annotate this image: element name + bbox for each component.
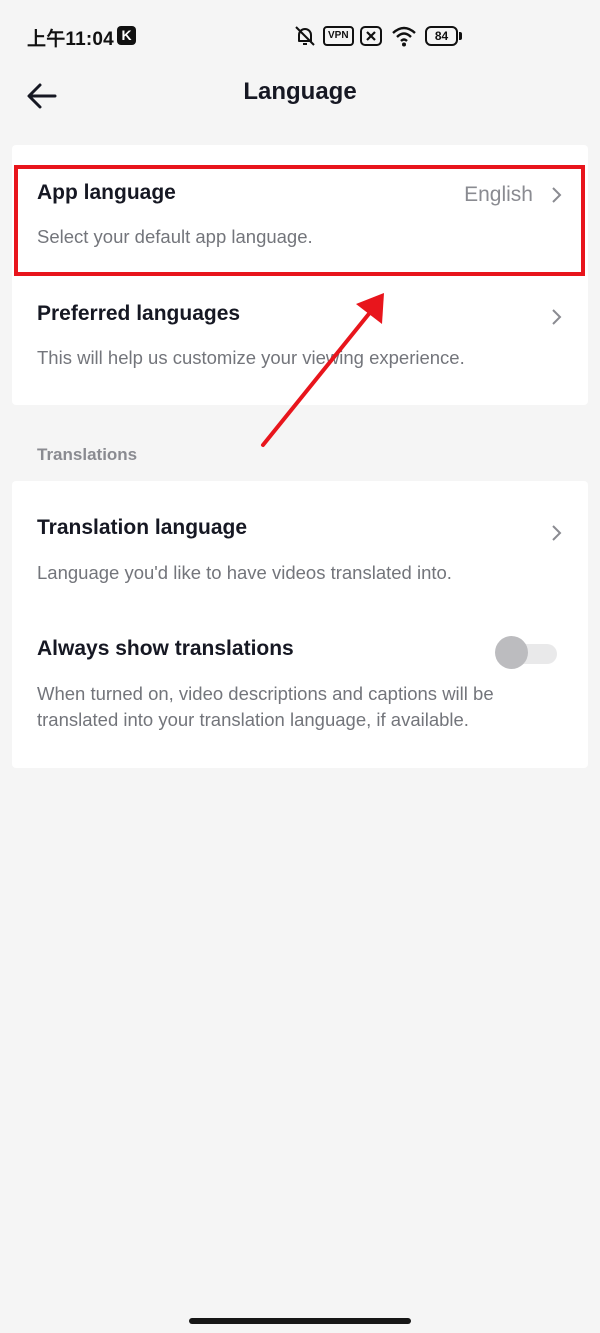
translations-section-label: Translations: [37, 445, 138, 464]
chevron-right-icon: [552, 309, 562, 325]
always-show-translations-subtitle: When turned on, video descriptions and c…: [37, 683, 494, 730]
status-time: 上午11:04: [27, 29, 114, 50]
preferred-languages-subtitle: This will help us customize your viewing…: [37, 347, 465, 368]
battery-tip: [459, 32, 462, 40]
battery-icon: 84: [425, 26, 458, 46]
annotation-highlight-box: [14, 165, 585, 276]
no-sim-icon: [360, 26, 382, 46]
toggle-knob: [495, 636, 528, 669]
vpn-icon: VPN: [323, 26, 354, 46]
chevron-right-icon: [552, 525, 562, 541]
always-show-translations-toggle[interactable]: [495, 635, 557, 669]
translation-language-title: Translation language: [37, 516, 248, 539]
home-indicator: [189, 1318, 411, 1324]
preferred-languages-title: Preferred languages: [37, 302, 241, 325]
bell-off-icon: [295, 26, 315, 46]
page-title: Language: [243, 78, 357, 105]
header: Language: [0, 72, 600, 132]
translations-card: Translation language Language you'd like…: [12, 481, 588, 768]
status-bar: 上午11:04 K VPN 84: [0, 0, 600, 72]
wifi-icon: [392, 26, 416, 47]
always-show-translations-title: Always show translations: [37, 637, 294, 660]
preferred-languages-row[interactable]: Preferred languages This will help us cu…: [12, 287, 588, 397]
app-badge-icon: K: [117, 26, 136, 45]
always-show-translations-row: Always show translations When turned on,…: [12, 621, 588, 756]
translation-language-subtitle: Language you'd like to have videos trans…: [37, 562, 452, 583]
translation-language-row[interactable]: Translation language Language you'd like…: [12, 501, 588, 606]
